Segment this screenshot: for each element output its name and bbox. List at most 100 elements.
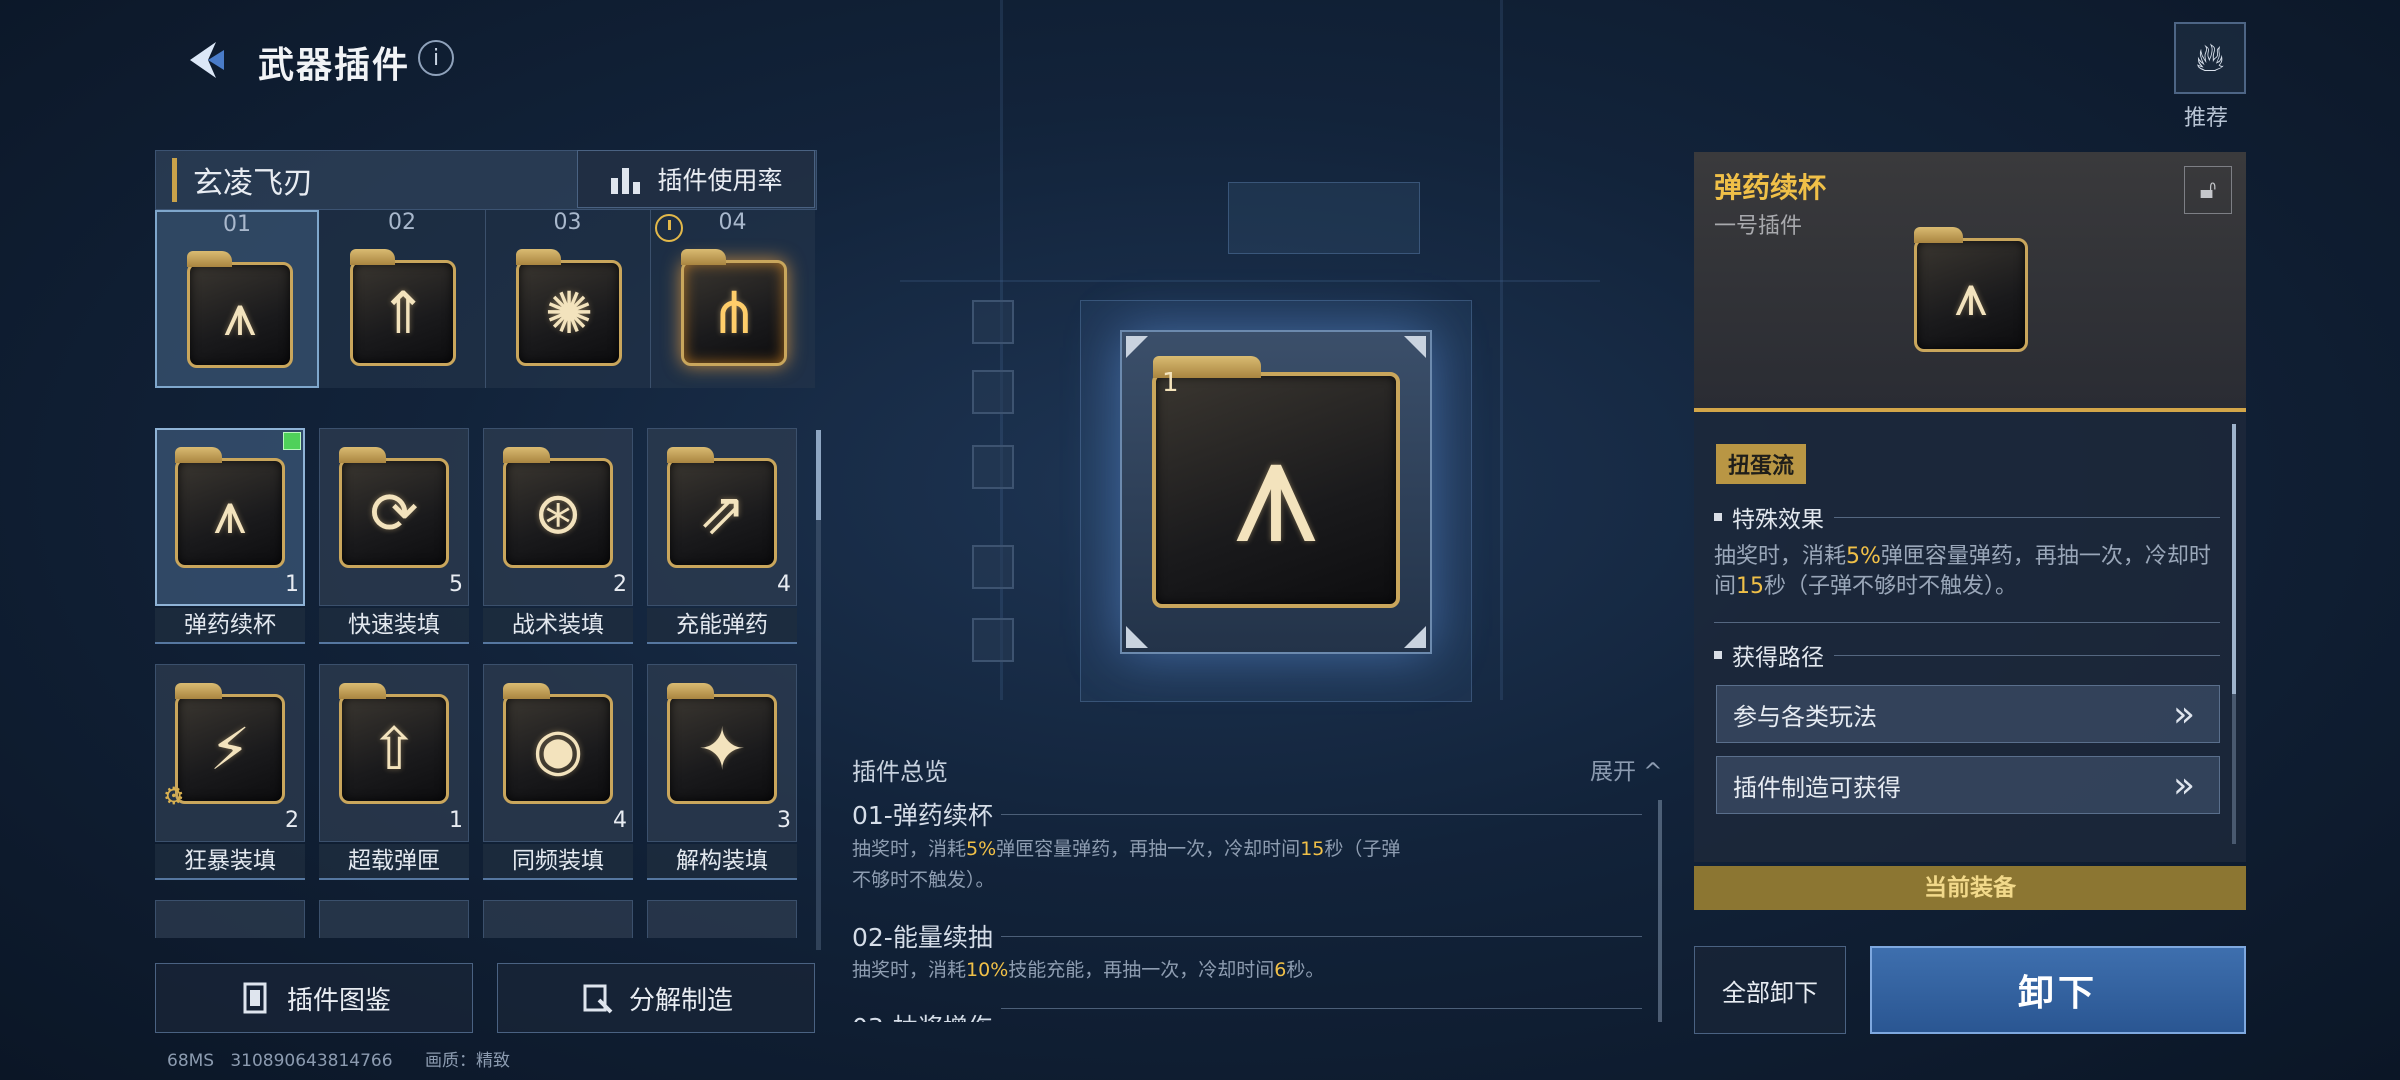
double-chevron-right-icon: » — [2172, 693, 2195, 735]
detail-plugin-name: 弹药续杯 — [1714, 171, 1827, 204]
weapon-name: 玄凌飞刃 — [172, 158, 313, 202]
plugin-card[interactable] — [483, 900, 633, 938]
plugin-card[interactable] — [155, 900, 305, 938]
decompose-craft-button[interactable]: 分解制造 — [497, 963, 815, 1033]
lock-button[interactable]: 🔓︎ — [2184, 166, 2232, 214]
bar-chart-icon — [611, 168, 641, 194]
plugin-icon: ⋔ — [681, 249, 787, 366]
back-button[interactable] — [180, 34, 232, 86]
special-effect-text: 抽奖时，消耗5%弹匣容量弹药，再抽一次，冷却时间15秒（子弹不够时不触发）。 — [1714, 542, 2220, 602]
plugin-card[interactable] — [319, 900, 469, 938]
source-label: 参与各类玩法 — [1733, 702, 1877, 731]
plugin-card[interactable]: ⟳ 5 快速装填 — [319, 428, 469, 644]
gear-icon: ⚙ — [163, 782, 185, 810]
ammo-refill-icon: ⩚ — [223, 281, 257, 349]
slot-04[interactable]: 04 ⋔ — [650, 210, 814, 388]
text-part: 秒。 — [1286, 959, 1325, 981]
plugin-card[interactable]: ⊛ 2 战术装填 — [483, 428, 633, 644]
special-effect-heading: 特殊效果 — [1714, 500, 2220, 534]
circuit-pad — [972, 300, 1014, 344]
chip-corner — [1126, 336, 1148, 358]
source-button[interactable]: 插件制造可获得 » — [1716, 756, 2220, 814]
plugin-grid: ⩚ 1 弹药续杯 ⟳ 5 快速装填 ⊛ 2 战术装填 ⇗ 4 充能弹药 ⚡ ⚙ … — [155, 428, 800, 938]
page-title: 武器插件 — [258, 45, 411, 86]
plugin-icon: ⩚ — [187, 251, 293, 368]
plugin-card[interactable]: ⇧ 1 超载弹匣 — [319, 664, 469, 880]
status-line: 68MS 310890643814766 画质：精致 — [167, 1046, 510, 1071]
text-part: 抽奖时，消耗 — [852, 959, 967, 981]
usage-rate-button[interactable]: 插件使用率 — [577, 150, 815, 208]
circuit-chip-rect — [1228, 182, 1420, 254]
circuit-line — [1000, 0, 1003, 700]
text-part: 抽奖时，消耗 — [852, 838, 967, 860]
plugin-count: 4 — [613, 808, 627, 833]
plugin-card[interactable]: ✦ 3 解构装填 — [647, 664, 797, 880]
tactical-icon: ⊛ — [533, 479, 583, 547]
chip-corner — [1404, 336, 1426, 358]
highlight-value: 6 — [1274, 959, 1287, 981]
acquire-path-heading: 获得路径 — [1714, 638, 2220, 672]
plugin-tag: 扭蛋流 — [1716, 444, 1807, 484]
decompose-craft-label: 分解制造 — [628, 985, 733, 1016]
circuit-pad — [972, 445, 1014, 489]
burst-icon: ✺ — [544, 279, 594, 347]
plugin-icon: ⩚ — [1152, 356, 1400, 608]
slot-03[interactable]: 03 ✺ — [485, 210, 649, 388]
highlight-value: 5% — [966, 838, 997, 860]
ping-value: 68MS — [167, 1051, 215, 1071]
unequip-button[interactable]: 卸下 — [1870, 946, 2246, 1034]
ammo-refill-icon: ⩚ — [1233, 403, 1319, 577]
slot-number: 03 — [553, 210, 582, 235]
plugin-name: 快速装填 — [319, 608, 469, 644]
text-part: 秒（子弹不够时不触发）。 — [1764, 574, 2018, 599]
overview-item-title: 01-弹药续杯 — [852, 801, 993, 830]
plugin-card[interactable]: ⚡ ⚙ 2 狂暴装填 — [155, 664, 305, 880]
plugin-card[interactable]: ⩚ 1 弹药续杯 — [155, 428, 305, 644]
section-title: 获得路径 — [1732, 645, 1824, 671]
overview-item-heading: 02-能量续抽 — [852, 918, 1642, 954]
slot-01[interactable]: 01 ⩚ — [155, 210, 319, 388]
plugin-icon: ⇑ — [350, 249, 456, 366]
card-background — [483, 900, 633, 938]
overview-title: 插件总览 — [852, 758, 948, 786]
detail-scrollbar-thumb[interactable] — [2232, 424, 2236, 694]
card-background — [155, 900, 305, 938]
plugin-count: 2 — [613, 572, 627, 597]
plugin-atlas-button[interactable]: 插件图鉴 — [155, 963, 473, 1033]
grid-scrollbar-thumb[interactable] — [816, 430, 821, 520]
recommend-label: 推荐 — [2184, 106, 2229, 131]
text-part: 抽奖时，消耗 — [1714, 544, 1847, 569]
overview-expand-button[interactable]: 展开 ^ — [1590, 752, 1663, 786]
overview-item-heading: 03-抽奖增伤 — [852, 1008, 1642, 1022]
equipped-badge — [283, 432, 301, 450]
section-title: 特殊效果 — [1732, 507, 1824, 533]
craft-icon — [583, 984, 613, 1014]
circuit-pad — [972, 618, 1014, 662]
plugin-icon: ✺ — [516, 249, 622, 366]
overview-scrollbar[interactable] — [1658, 800, 1662, 1022]
recommend-button[interactable]: 🔥︎ — [2174, 22, 2246, 94]
highlight-value: 5% — [1846, 544, 1881, 569]
plugin-card[interactable] — [647, 900, 797, 938]
slot-02[interactable]: 02 ⇑ — [320, 210, 484, 388]
source-button[interactable]: 参与各类玩法 » — [1716, 685, 2220, 743]
chip-corner — [1126, 626, 1148, 648]
plugin-count: 3 — [777, 808, 791, 833]
text-part: 弹匣容量弹药，再抽一次，冷却时间 — [996, 838, 1301, 860]
unequip-all-button[interactable]: 全部卸下 — [1694, 946, 1846, 1034]
rocket-icon: ⇗ — [697, 479, 747, 547]
source-label: 插件制造可获得 — [1733, 773, 1901, 802]
flame-icon: 🔥︎ — [2195, 35, 2225, 81]
plugin-name: 同频装填 — [483, 844, 633, 880]
detail-plugin-icon: ⩚ — [1914, 227, 2028, 352]
double-chevron-right-icon: » — [2172, 764, 2195, 806]
overview-item-heading: 01-弹药续杯 — [852, 796, 1642, 832]
circuit-pad — [972, 370, 1014, 414]
highlight-value: 15 — [1300, 838, 1325, 860]
plugin-atlas-label: 插件图鉴 — [286, 985, 391, 1016]
plugin-icon: ⊛ — [503, 447, 613, 568]
plugin-name: 超载弹匣 — [319, 844, 469, 880]
plugin-card[interactable]: ◉ 4 同频装填 — [483, 664, 633, 880]
plugin-card[interactable]: ⇗ 4 充能弹药 — [647, 428, 797, 644]
info-button[interactable]: i — [418, 40, 454, 76]
